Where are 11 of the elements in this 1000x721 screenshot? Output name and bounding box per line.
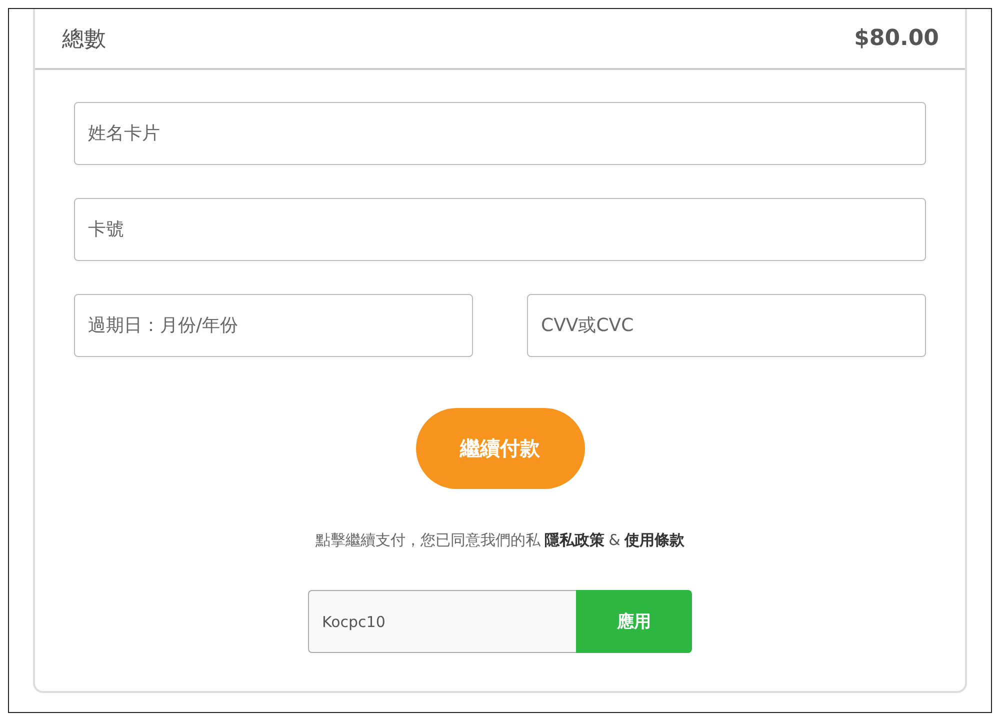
coupon-field[interactable]: Kocpc10 xyxy=(308,590,576,653)
consent-text: 點擊繼續支付，您已同意我們的私 xyxy=(316,531,541,550)
input-field[interactable]: 過期日：月份/年份 xyxy=(74,294,473,357)
input-field[interactable]: 姓名卡片 xyxy=(74,102,926,165)
terms-link[interactable]: 使用條款 xyxy=(624,531,684,550)
total-amount: $80.00 xyxy=(854,26,939,51)
separator-text: & xyxy=(608,531,620,549)
input-field[interactable]: 卡號 xyxy=(74,198,926,261)
total-label: 總數 xyxy=(62,26,106,54)
input-field[interactable]: CVV或CVC xyxy=(527,294,926,357)
privacy-link[interactable]: 隱私政策 xyxy=(544,531,605,550)
